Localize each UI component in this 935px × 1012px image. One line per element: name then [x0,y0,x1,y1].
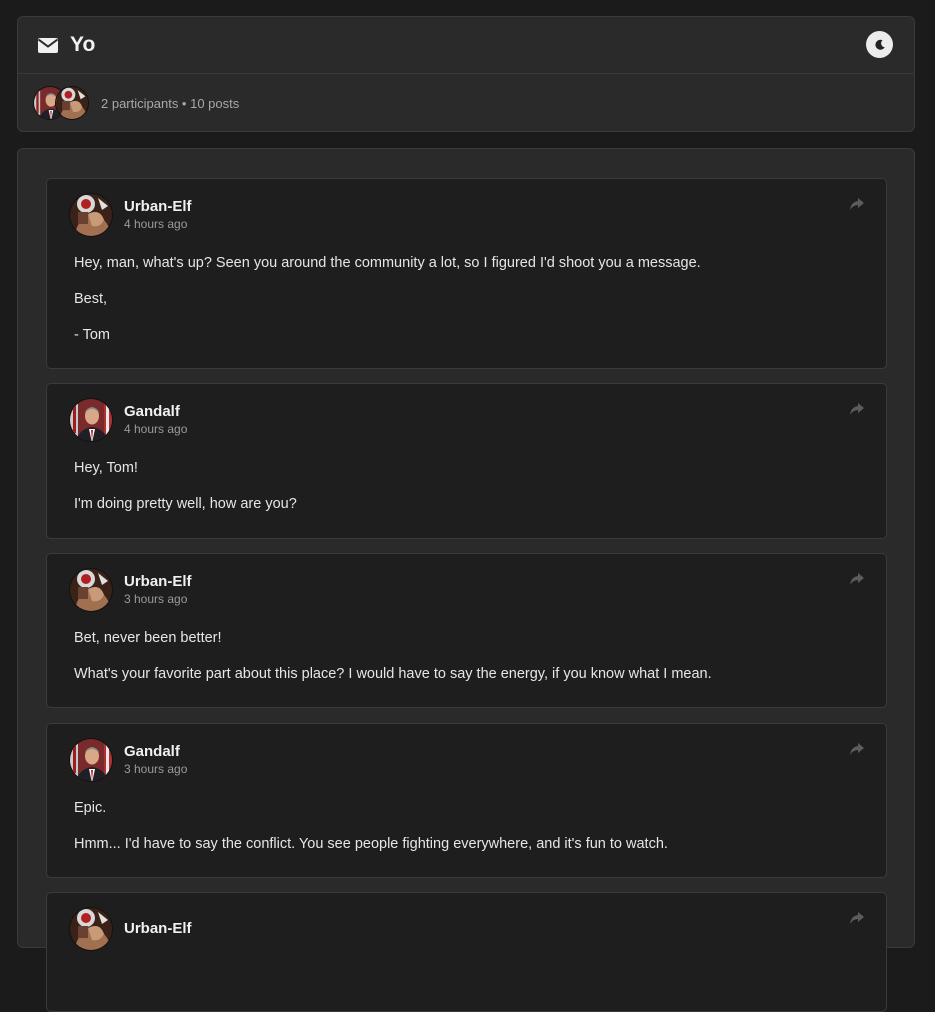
message-post: Urban-Elf [46,892,887,1012]
message-post: Gandalf 4 hours ago Hey, Tom! I'm doing … [46,383,887,539]
post-text: Bet, never been better! [74,630,222,646]
post-header: Gandalf 3 hours ago [69,738,187,782]
share-icon[interactable] [850,743,864,755]
message-post: Urban-Elf 3 hours ago Bet, never been be… [46,553,887,708]
conversation-header: Yo 2 participants • 10 posts [17,16,915,132]
avatar[interactable] [69,907,113,951]
post-header: Urban-Elf [69,907,192,951]
post-time: 3 hours ago [124,592,188,606]
message-thread: Urban-Elf 4 hours ago Hey, man, what's u… [17,148,915,1012]
envelope-icon [38,37,58,53]
avatar[interactable] [69,568,113,612]
participants-row: 2 participants • 10 posts [18,74,914,132]
message-post: Gandalf 3 hours ago Epic. Hmm... I'd hav… [46,723,887,878]
post-time: 3 hours ago [124,762,188,776]
share-icon[interactable] [850,573,864,585]
title-row: Yo [18,17,914,74]
author-name[interactable]: Gandalf [124,403,187,421]
avatar[interactable] [69,738,113,782]
conversation-title: Yo [70,33,96,56]
author-name[interactable]: Urban-Elf [124,573,192,591]
share-icon[interactable] [850,198,864,210]
theme-toggle-button[interactable] [866,31,893,58]
avatar[interactable] [69,193,113,237]
message-post: Urban-Elf 4 hours ago Hey, man, what's u… [46,178,887,369]
post-body: Epic. Hmm... I'd have to say the conflic… [74,799,862,871]
post-body: Bet, never been better! What's your favo… [74,629,862,701]
share-icon[interactable] [850,912,864,924]
post-time: 4 hours ago [124,422,188,436]
post-time: 4 hours ago [124,217,188,231]
post-header: Gandalf 4 hours ago [69,398,187,442]
avatar[interactable] [55,86,89,120]
post-header: Urban-Elf 4 hours ago [69,193,192,237]
avatar[interactable] [69,398,113,442]
post-text: Hey, Tom! [74,460,138,476]
author-name[interactable]: Urban-Elf [124,920,192,938]
moon-icon [874,39,885,50]
post-text: - Tom [74,327,110,343]
share-icon[interactable] [850,403,864,415]
post-text: Epic. [74,800,107,816]
participant-avatars[interactable] [33,86,91,120]
post-text: What's your favorite part about this pla… [74,666,712,682]
post-text: Best, [74,291,108,307]
conversation-meta: 2 participants • 10 posts [101,95,240,111]
post-header: Urban-Elf 3 hours ago [69,568,192,612]
author-name[interactable]: Gandalf [124,743,187,761]
author-name[interactable]: Urban-Elf [124,198,192,216]
post-text: I'm doing pretty well, how are you? [74,496,297,512]
post-text: Hey, man, what's up? Seen you around the… [74,255,701,271]
post-body: Hey, man, what's up? Seen you around the… [74,254,862,362]
post-text: Hmm... I'd have to say the conflict. You… [74,836,668,852]
post-body: Hey, Tom! I'm doing pretty well, how are… [74,459,862,531]
